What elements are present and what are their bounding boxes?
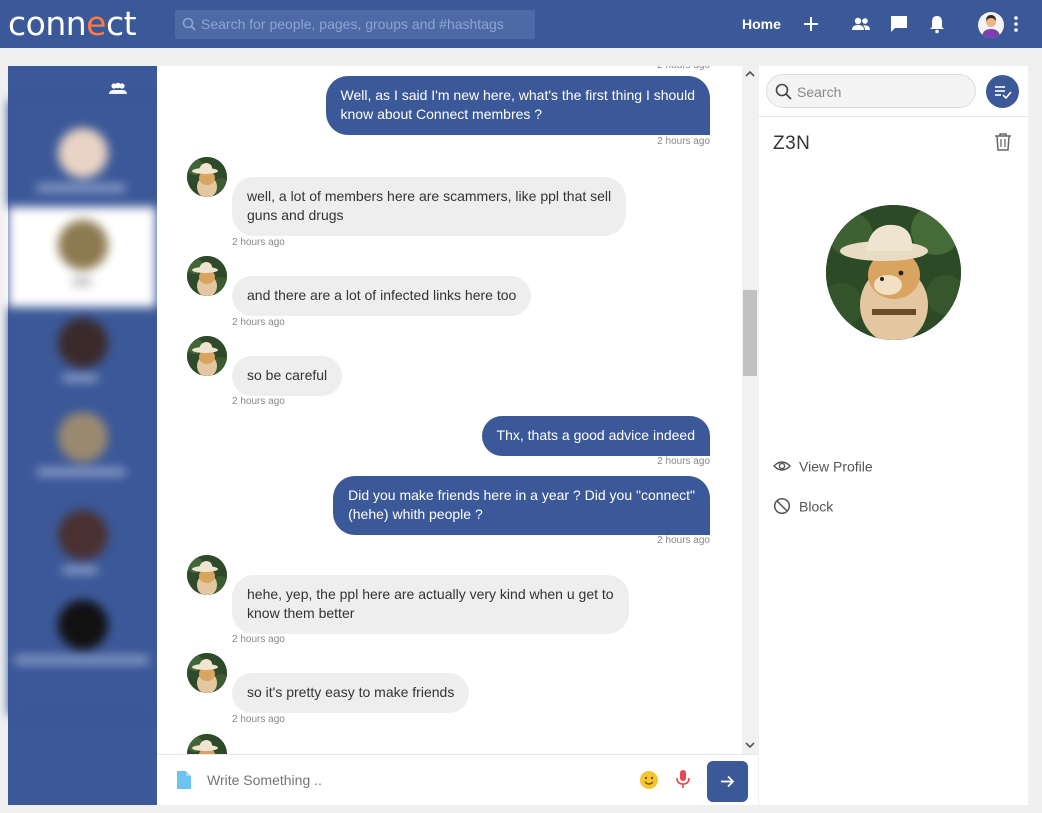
message-timestamp: 2 hours ago — [657, 535, 710, 546]
message-timestamp: 2 hours ago — [232, 396, 285, 407]
message-text-line: so be careful — [247, 367, 328, 383]
chat-scrollbar[interactable] — [742, 66, 758, 754]
contact-search-input[interactable]: Search — [766, 74, 976, 108]
outgoing-message[interactable]: Well, as I said I'm new here, what's the… — [325, 76, 710, 135]
incoming-message[interactable]: well, a lot of members here are scammers… — [232, 177, 627, 236]
outgoing-message[interactable]: Thx, thats a good advice indeed — [481, 416, 710, 456]
incoming-message[interactable]: hehe, yep, the ppl here are actually ver… — [232, 575, 629, 634]
scroll-down-icon[interactable] — [744, 739, 756, 751]
sender-avatar[interactable] — [187, 734, 227, 754]
incoming-message[interactable]: and there are a lot of infected links he… — [232, 276, 532, 316]
microphone-icon[interactable] — [675, 769, 691, 789]
message-timestamp: 2 hours ago — [657, 136, 710, 147]
search-icon — [182, 17, 196, 31]
sender-avatar[interactable] — [187, 555, 227, 595]
logo[interactable]: connect — [8, 6, 137, 42]
message-timestamp: 2 hours ago — [657, 66, 710, 71]
add-icon[interactable] — [800, 13, 822, 35]
message-text-line: know about Connect membres ? — [340, 106, 543, 122]
message-timestamp: 2 hours ago — [232, 317, 285, 328]
block-icon — [773, 498, 791, 515]
divider — [759, 116, 1028, 117]
messages-icon[interactable] — [888, 13, 910, 35]
message-input[interactable] — [207, 772, 607, 788]
message-composer — [157, 754, 758, 805]
contact-avatar — [826, 205, 961, 340]
contact-name: Z3N — [773, 133, 811, 154]
top-navbar: connect Search for people, pages, groups… — [0, 0, 1042, 48]
global-search-input[interactable]: Search for people, pages, groups and #ha… — [175, 10, 535, 39]
filter-list-button[interactable] — [986, 75, 1019, 108]
send-button[interactable] — [707, 761, 748, 802]
message-text-line: guns and drugs — [247, 207, 344, 223]
emoji-icon[interactable] — [639, 770, 659, 790]
notifications-icon[interactable] — [926, 13, 948, 35]
message-text-line: well, a lot of members here are scammers… — [247, 188, 612, 204]
trash-icon[interactable] — [994, 132, 1012, 152]
attach-file-icon[interactable] — [177, 771, 191, 789]
message-timestamp: 2 hours ago — [232, 237, 285, 248]
contacts-icon[interactable] — [108, 82, 128, 96]
message-text-line: know them better — [247, 605, 355, 621]
message-timestamp: 2 hours ago — [232, 714, 285, 725]
search-icon — [775, 83, 792, 100]
message-text-line: hehe, yep, the ppl here are actually ver… — [247, 586, 614, 602]
incoming-message[interactable]: so it's pretty easy to make friends — [232, 673, 470, 713]
arrow-right-icon — [721, 775, 735, 788]
user-avatar[interactable] — [978, 12, 1004, 38]
sender-avatar[interactable] — [187, 653, 227, 693]
sender-avatar[interactable] — [187, 336, 227, 376]
message-timestamp: 2 hours ago — [657, 456, 710, 467]
message-text-line: (hehe) whith people ? — [348, 506, 483, 522]
playlist-check-icon — [995, 86, 1012, 100]
block-action[interactable]: Block — [773, 497, 833, 515]
view-profile-action[interactable]: View Profile — [773, 457, 873, 474]
sender-avatar[interactable] — [187, 256, 227, 296]
conversation-list-blurred — [0, 100, 160, 715]
more-options-icon[interactable] — [1011, 13, 1021, 35]
scroll-up-icon[interactable] — [744, 68, 756, 80]
message-text-line: so it's pretty easy to make friends — [247, 684, 455, 700]
friends-icon[interactable] — [850, 13, 872, 35]
nav-home-link[interactable]: Home — [742, 16, 781, 32]
contact-info-panel: Search Z3N View Profile Block — [759, 66, 1028, 805]
outgoing-message[interactable]: Did you make friends here in a year ? Di… — [333, 476, 710, 535]
message-text-line: Thx, thats a good advice indeed — [496, 427, 695, 443]
incoming-message[interactable]: so be careful — [232, 356, 343, 396]
message-text-line: and there are a lot of infected links he… — [247, 287, 517, 303]
message-timestamp: 2 hours ago — [232, 634, 285, 645]
message-text-line: Well, as I said I'm new here, what's the… — [340, 87, 695, 103]
scrollbar-thumb[interactable] — [743, 290, 757, 376]
eye-icon — [773, 461, 791, 471]
sender-avatar[interactable] — [187, 157, 227, 197]
message-text-line: Did you make friends here in a year ? Di… — [348, 487, 695, 503]
chat-thread[interactable]: 2 hours ago Well, as I said I'm new here,… — [157, 66, 742, 754]
